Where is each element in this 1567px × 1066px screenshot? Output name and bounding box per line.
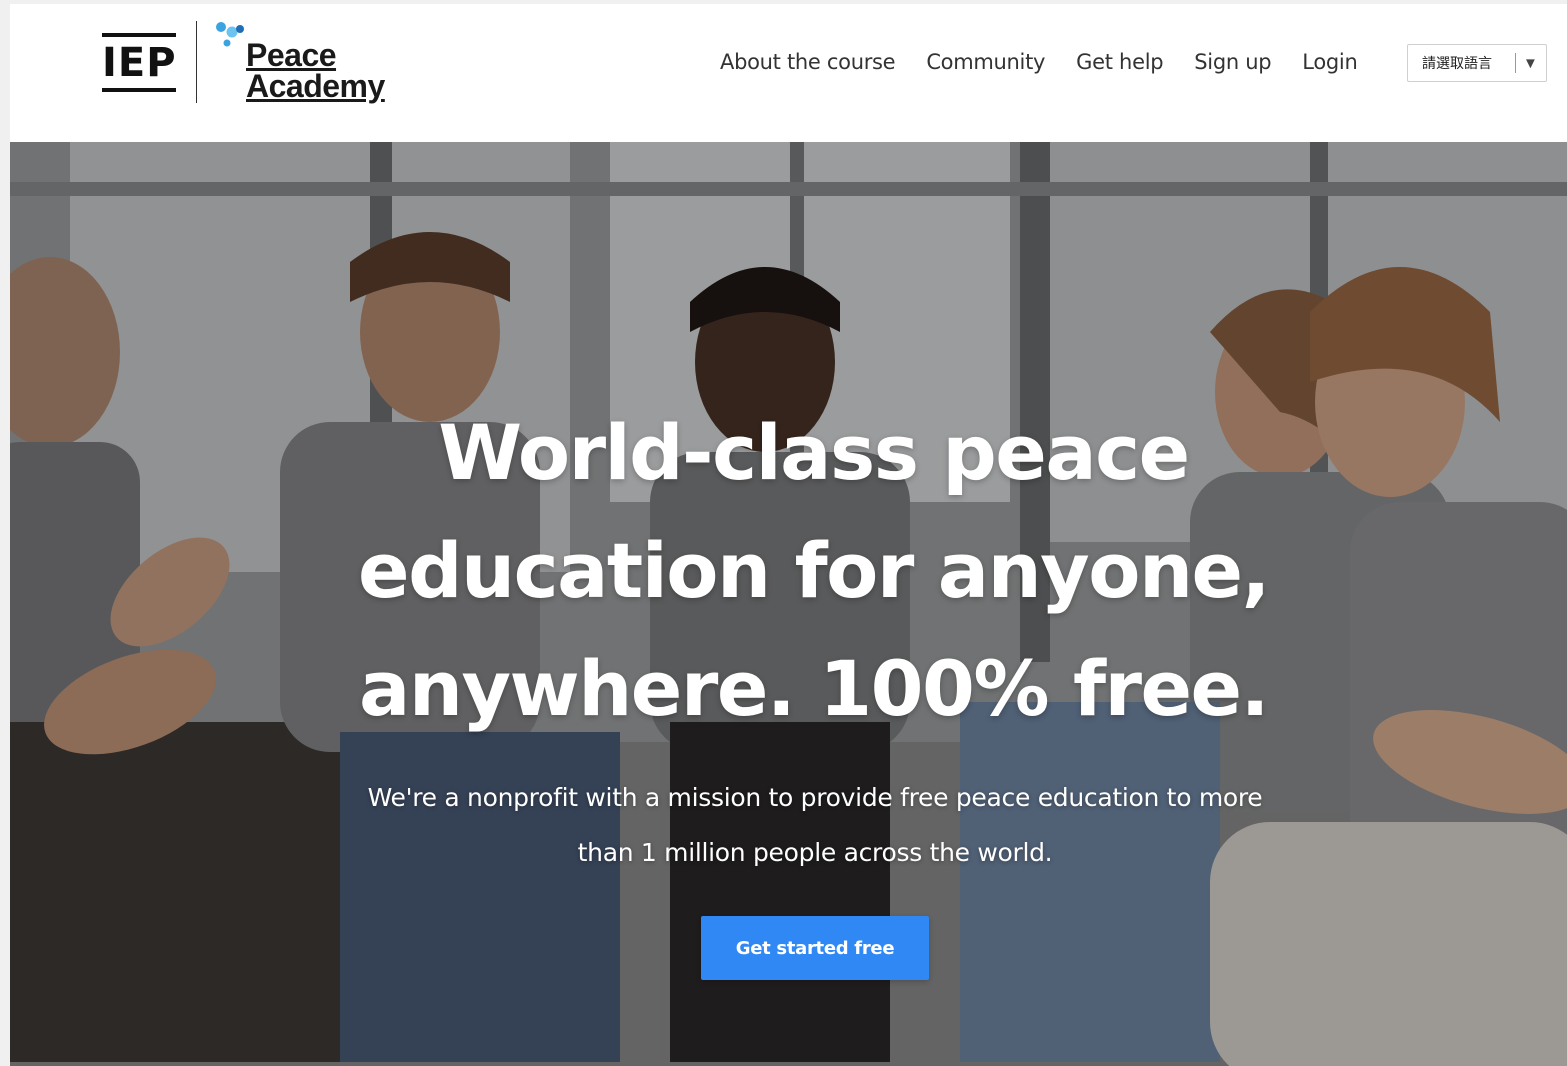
logo-word-academy: Academy: [246, 68, 385, 104]
hero-section: World-class peace education for anyone, …: [10, 142, 1567, 1066]
nav-community[interactable]: Community: [926, 50, 1045, 74]
peace-academy-logo[interactable]: Peace Academy: [246, 37, 385, 104]
hero-headline: World-class peace education for anyone, …: [10, 394, 1567, 748]
site-header: IEP Peace Academy About the course Commu…: [10, 4, 1567, 142]
logo-divider: [196, 21, 197, 103]
language-select-separator: [1515, 53, 1516, 73]
iep-logo-text: IEP: [102, 40, 177, 86]
hero-subtext: We're a nonprofit with a mission to prov…: [367, 783, 1263, 867]
get-started-free-button[interactable]: Get started free: [701, 916, 929, 980]
logo-word-peace: Peace: [246, 37, 337, 73]
hero-headline-line-2: education for anyone,: [358, 526, 1270, 615]
nav-get-help[interactable]: Get help: [1076, 50, 1163, 74]
hero-headline-line-1: World-class peace: [438, 408, 1190, 497]
language-select[interactable]: 請選取語言 ▼: [1407, 44, 1547, 82]
browser-page: IEP Peace Academy About the course Commu…: [10, 4, 1567, 1066]
hero-headline-line-3: anywhere. 100% free.: [359, 644, 1269, 733]
main-nav: About the course Community Get help Sign…: [720, 44, 1388, 80]
logo-bar-bottom: [102, 88, 176, 92]
nav-about-the-course[interactable]: About the course: [720, 50, 896, 74]
peace-academy-dots-icon: [216, 22, 244, 47]
logo-bar-top: [102, 33, 176, 37]
chevron-down-icon: ▼: [1523, 54, 1538, 72]
iep-logo[interactable]: IEP: [102, 33, 176, 93]
nav-sign-up[interactable]: Sign up: [1194, 50, 1271, 74]
language-select-value: 請選取語言: [1422, 56, 1492, 72]
nav-login[interactable]: Login: [1302, 50, 1357, 74]
